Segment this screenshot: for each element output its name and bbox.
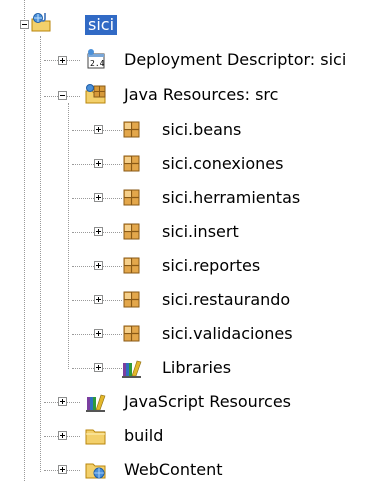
node-label[interactable]: sici.beans xyxy=(162,120,241,140)
tree-node-package[interactable]: sici.beans xyxy=(0,115,389,145)
tree-node-package[interactable]: sici.reportes xyxy=(0,251,389,281)
expand-toggle[interactable] xyxy=(94,125,103,134)
web-project-icon xyxy=(31,13,51,32)
node-label[interactable]: sici.herramientas xyxy=(162,188,300,208)
tree-node-package[interactable]: sici.insert xyxy=(0,217,389,247)
expand-toggle[interactable] xyxy=(58,465,67,474)
svg-text:2.4: 2.4 xyxy=(90,59,105,68)
node-label[interactable]: Java Resources: src xyxy=(124,85,278,105)
tree-node-build[interactable]: build xyxy=(0,421,389,451)
project-label[interactable]: sici xyxy=(85,15,118,35)
tree-node-package[interactable]: sici.herramientas xyxy=(0,183,389,213)
deployment-descriptor-icon: 2.4 xyxy=(87,49,105,69)
expand-toggle[interactable] xyxy=(94,363,103,372)
node-label[interactable]: sici.validaciones xyxy=(162,324,293,344)
java-resources-icon xyxy=(85,84,106,104)
package-icon xyxy=(123,325,140,342)
node-label[interactable]: sici.restaurando xyxy=(162,290,290,310)
node-label[interactable]: sici.reportes xyxy=(162,256,260,276)
expand-toggle[interactable] xyxy=(94,261,103,270)
tree-node-package[interactable]: sici.restaurando xyxy=(0,285,389,315)
expand-toggle[interactable] xyxy=(94,159,103,168)
node-label[interactable]: sici.conexiones xyxy=(162,154,283,174)
expand-toggle[interactable] xyxy=(58,431,67,440)
package-icon xyxy=(123,189,140,206)
expand-toggle[interactable] xyxy=(94,295,103,304)
library-icon xyxy=(122,360,142,378)
node-label[interactable]: sici.insert xyxy=(162,222,239,242)
tree-node-project-sici[interactable]: sici xyxy=(0,10,389,40)
tree-node-java-resources[interactable]: Java Resources: src xyxy=(0,80,389,110)
package-icon xyxy=(123,223,140,240)
package-icon xyxy=(123,291,140,308)
webcontent-folder-icon xyxy=(85,463,106,479)
node-label[interactable]: build xyxy=(124,426,163,446)
expand-toggle[interactable] xyxy=(94,193,103,202)
tree-node-package[interactable]: sici.validaciones xyxy=(0,319,389,349)
node-label[interactable]: Deployment Descriptor: sici xyxy=(124,50,346,70)
node-label[interactable]: WebContent xyxy=(124,460,223,480)
collapse-toggle[interactable] xyxy=(58,91,67,100)
tree-node-javascript-resources[interactable]: JavaScript Resources xyxy=(0,387,389,417)
folder-icon xyxy=(85,429,106,445)
tree-node-package[interactable]: sici.conexiones xyxy=(0,149,389,179)
expand-toggle[interactable] xyxy=(58,397,67,406)
collapse-toggle[interactable] xyxy=(20,20,29,29)
library-icon xyxy=(86,394,106,412)
project-explorer-tree: sici 2.4 Deployment Descriptor: sici Jav… xyxy=(0,0,389,481)
node-label[interactable]: Libraries xyxy=(162,358,231,378)
expand-toggle[interactable] xyxy=(94,329,103,338)
tree-node-deployment-descriptor[interactable]: 2.4 Deployment Descriptor: sici xyxy=(0,45,389,75)
node-label[interactable]: JavaScript Resources xyxy=(124,392,291,412)
tree-node-libraries[interactable]: Libraries xyxy=(0,353,389,383)
expand-toggle[interactable] xyxy=(94,227,103,236)
package-icon xyxy=(123,155,140,172)
package-icon xyxy=(123,257,140,274)
package-icon xyxy=(123,121,140,138)
expand-toggle[interactable] xyxy=(58,56,67,65)
